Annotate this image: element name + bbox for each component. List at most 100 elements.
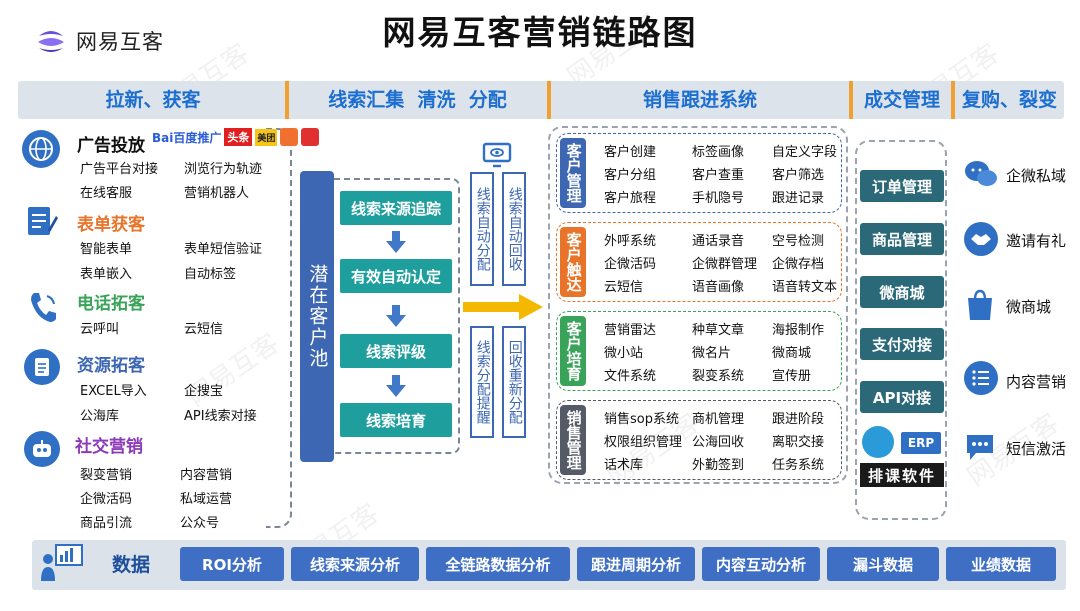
stage-header-repurchase: 复购、裂变 bbox=[961, 89, 1057, 111]
social-item: 裂变营销 bbox=[80, 468, 133, 483]
form-item: 智能表单 bbox=[80, 242, 133, 257]
sales-feature-grid: 外呼系统 通话录音 空号检测 企微活码 企微群管理 企微存档 云短信 语音画像 语音转文本 bbox=[604, 227, 852, 297]
sales-group-label: 销售管理 bbox=[560, 405, 586, 475]
resource-title: 资源拓客 bbox=[77, 356, 145, 376]
ads-item: 在线客服 bbox=[80, 186, 133, 201]
lead-pool-label: 潜在客户池 bbox=[306, 264, 329, 369]
sales-feature-item: 离职交接 bbox=[772, 434, 825, 450]
sales-feature-item: 文件系统 bbox=[604, 368, 657, 384]
monitor-eye-icon bbox=[482, 142, 512, 168]
sales-feature-item: 外勤签到 bbox=[692, 457, 745, 473]
sales-feature-item: 客户筛选 bbox=[772, 167, 825, 183]
lead-side-box: 线索自动回收 bbox=[502, 172, 526, 286]
page-title: 网易互客营销链路图 bbox=[382, 13, 698, 52]
down-arrow-icon bbox=[386, 305, 406, 327]
funnel-data-button[interactable]: 漏斗数据 bbox=[827, 547, 939, 581]
performance-data-button[interactable]: 业绩数据 bbox=[946, 547, 1056, 581]
sales-feature-item: 微名片 bbox=[692, 345, 732, 361]
sales-feature-grid: 销售sop系统 商机管理 跟进阶段 权限组织管理 公海回收 离职交接 话术库 外勤签到 任务系统 bbox=[604, 405, 852, 475]
sales-feature-item: 种草文章 bbox=[692, 322, 745, 338]
repurchase-item: 内容营销 bbox=[1006, 373, 1067, 391]
sales-feature-item: 公海回收 bbox=[692, 434, 745, 450]
form-item: 表单嵌入 bbox=[80, 267, 133, 282]
sales-feature-item: 企微群管理 bbox=[692, 256, 758, 272]
sales-feature-item: 销售sop系统 bbox=[604, 411, 679, 427]
sales-feature-item: 客户创建 bbox=[604, 144, 657, 160]
sales-feature-item: 手机隐号 bbox=[692, 190, 745, 206]
sales-feature-grid: 客户创建 标签画像 自定义字段 客户分组 客户查重 客户筛选 客户旅程 手机隐号 跟进记录 bbox=[604, 138, 852, 208]
sales-feature-item: 语音画像 bbox=[692, 279, 745, 295]
message-icon bbox=[964, 431, 996, 463]
micro-mall-button[interactable]: 微商城 bbox=[860, 276, 944, 308]
form-title: 表单获客 bbox=[77, 215, 145, 235]
stage-header-sales: 销售跟进系统 bbox=[642, 89, 757, 111]
ads-title: 广告投放 bbox=[77, 136, 145, 156]
sales-feature-item: 语音转文本 bbox=[772, 279, 838, 295]
sales-feature-item: 客户分组 bbox=[604, 167, 657, 183]
sales-feature-item: 微小站 bbox=[604, 345, 644, 361]
sales-feature-item: 权限组织管理 bbox=[604, 434, 683, 450]
lead-side-box: 线索分配提醒 bbox=[470, 326, 494, 438]
content-interaction-analysis-button[interactable]: 内容互动分析 bbox=[702, 547, 820, 581]
sales-feature-grid: 营销雷达 种草文章 海报制作 微小站 微名片 微商城 文件系统 裂变系统 宣传册 bbox=[604, 316, 852, 386]
resource-item: 企搜宝 bbox=[184, 384, 224, 399]
full-chain-analysis-button[interactable]: 全链路数据分析 bbox=[426, 547, 570, 581]
sales-feature-item: 自定义字段 bbox=[772, 144, 838, 160]
ads-item: 广告平台对接 bbox=[80, 162, 159, 177]
sales-feature-item: 话术库 bbox=[604, 457, 644, 473]
lead-side-label: 回收重新分配 bbox=[506, 340, 523, 424]
social-item: 私域运营 bbox=[180, 492, 233, 507]
stage-header-acquire: 拉新、获客 bbox=[105, 89, 201, 111]
lead-step: 线索评级 bbox=[340, 334, 452, 368]
lead-side-label: 线索自动分配 bbox=[474, 187, 491, 271]
meituan-logo: 美团 bbox=[255, 128, 278, 146]
globe-icon bbox=[22, 130, 60, 168]
repurchase-item: 邀请有礼 bbox=[1006, 232, 1067, 250]
shopping-bag-icon bbox=[964, 288, 996, 322]
sales-feature-item: 客户查重 bbox=[692, 167, 745, 183]
down-arrow-icon bbox=[386, 375, 406, 397]
roi-analysis-button[interactable]: ROI分析 bbox=[180, 547, 284, 581]
order-management-button[interactable]: 订单管理 bbox=[860, 170, 944, 202]
list-icon bbox=[964, 361, 998, 395]
repurchase-item: 企微私域 bbox=[1006, 167, 1067, 185]
resource-item: EXCEL导入 bbox=[80, 384, 147, 399]
social-title: 社交营销 bbox=[75, 437, 143, 457]
lead-source-analysis-button[interactable]: 线索来源分析 bbox=[291, 547, 419, 581]
sales-group: 客户培育 营销雷达 种草文章 海报制作 微小站 微名片 微商城 文件系统 裂变系统 宣传册 bbox=[556, 311, 842, 391]
sales-feature-item: 外呼系统 bbox=[604, 233, 657, 249]
sales-feature-item: 通话录音 bbox=[692, 233, 745, 249]
handshake-icon bbox=[964, 222, 998, 256]
presenter-chart-icon bbox=[40, 541, 83, 585]
sales-group-label: 客户培育 bbox=[560, 316, 586, 386]
resource-item: 公海库 bbox=[80, 409, 120, 424]
form-edit-icon bbox=[26, 204, 58, 238]
followup-cycle-analysis-button[interactable]: 跟进周期分析 bbox=[577, 547, 695, 581]
sales-group: 销售管理 销售sop系统 商机管理 跟进阶段 权限组织管理 公海回收 离职交接 话术库 外勤签到… bbox=[556, 400, 842, 480]
sales-feature-item: 客户旅程 bbox=[604, 190, 657, 206]
toutiao-logo: 头条 bbox=[224, 128, 253, 146]
partner-software-label: 排课软件 bbox=[860, 463, 944, 487]
sales-group-label: 客户触达 bbox=[560, 227, 586, 297]
sales-feature-item: 企微存档 bbox=[772, 256, 825, 272]
social-item: 内容营销 bbox=[180, 468, 233, 483]
lead-side-label: 线索自动回收 bbox=[506, 187, 523, 271]
social-item: 企微活码 bbox=[80, 492, 133, 507]
lead-step: 有效自动认定 bbox=[340, 259, 452, 293]
api-button[interactable]: API对接 bbox=[860, 381, 944, 413]
stage-header-leads: 线索汇集 清洗 分配 bbox=[328, 89, 507, 111]
ad-platform-logos: Bai百度推广 头条 美团 bbox=[152, 128, 320, 146]
phone-item: 云呼叫 bbox=[80, 322, 120, 337]
lead-step: 线索来源追踪 bbox=[340, 191, 452, 225]
sales-feature-item: 海报制作 bbox=[772, 322, 825, 338]
sales-feature-item: 空号检测 bbox=[772, 233, 825, 249]
document-icon bbox=[24, 349, 60, 385]
lead-side-box: 回收重新分配 bbox=[502, 326, 526, 438]
payment-button[interactable]: 支付对接 bbox=[860, 328, 944, 360]
form-item: 自动标签 bbox=[184, 267, 237, 282]
lead-side-box: 线索自动分配 bbox=[470, 172, 494, 286]
product-management-button[interactable]: 商品管理 bbox=[860, 223, 944, 255]
sales-feature-item: 云短信 bbox=[604, 279, 644, 295]
wechat-icon bbox=[964, 157, 998, 191]
phone-icon bbox=[28, 290, 58, 324]
